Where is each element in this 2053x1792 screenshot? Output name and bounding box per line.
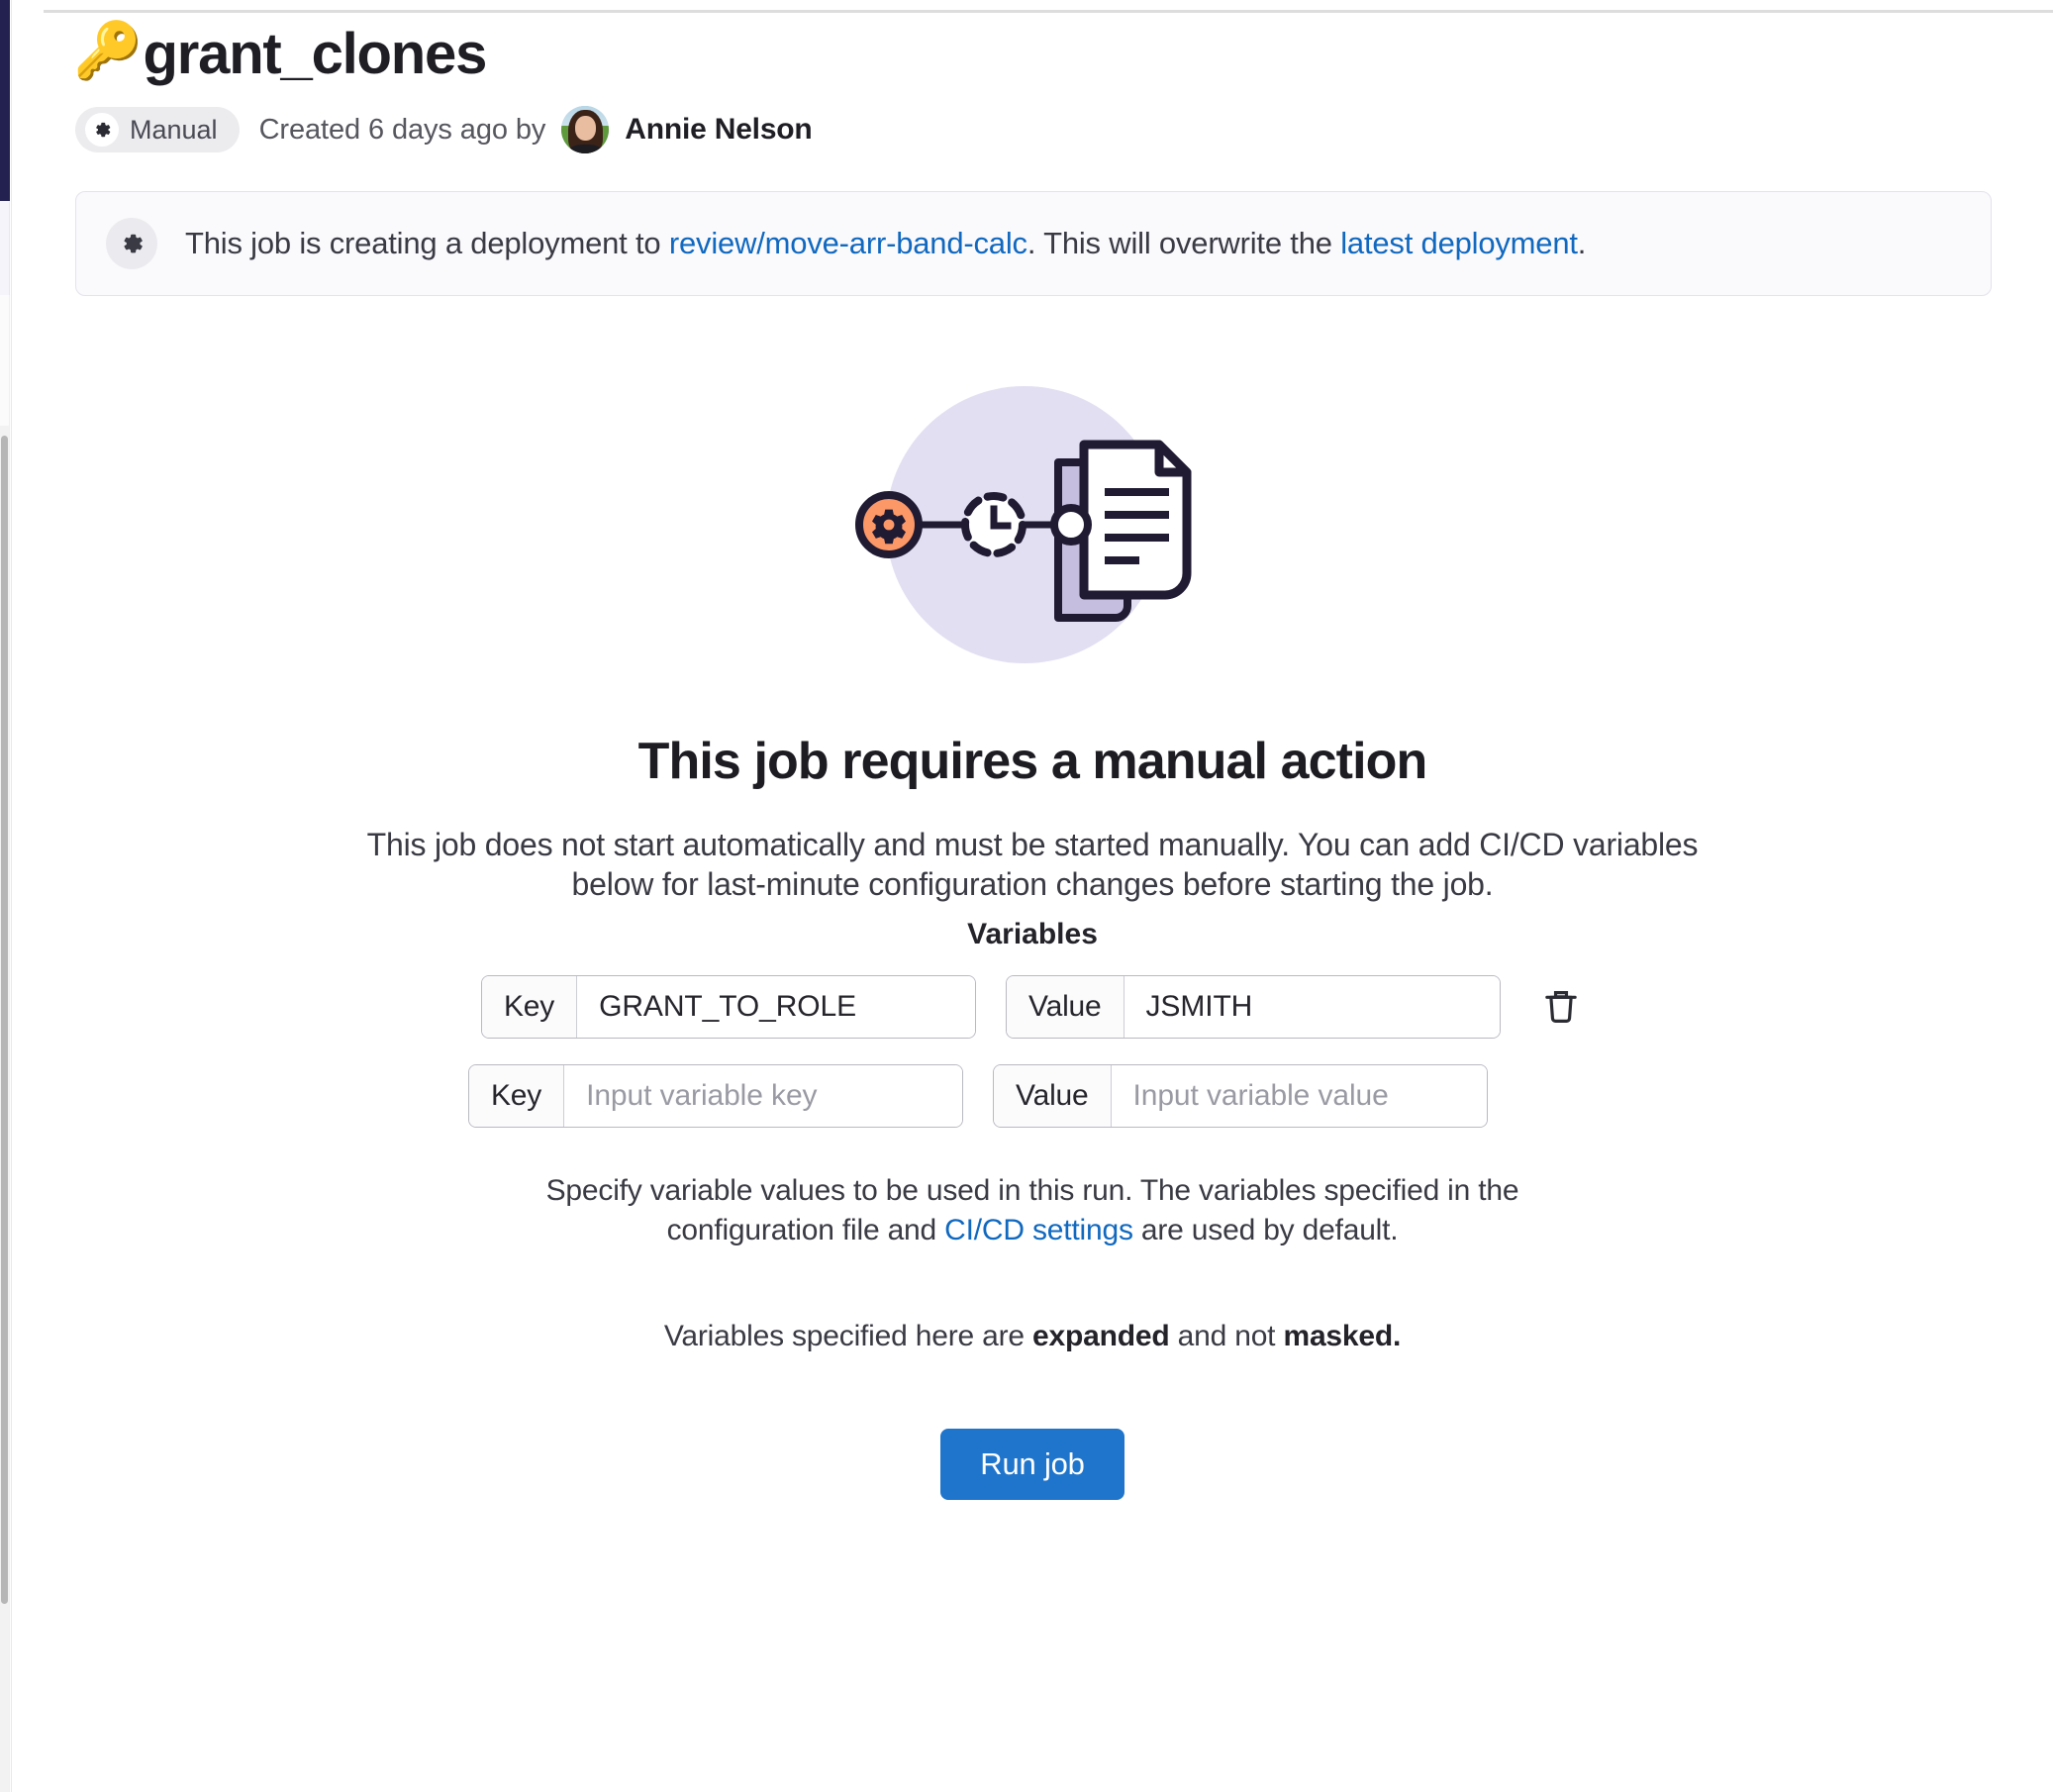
alert-text-before: This job is creating a deployment to bbox=[185, 226, 661, 261]
note-bold-expanded: expanded bbox=[1032, 1319, 1170, 1352]
variable-key-group: Key bbox=[481, 975, 976, 1040]
variable-row: Key Value bbox=[468, 1064, 1597, 1129]
latest-deployment-link[interactable]: latest deployment bbox=[1340, 226, 1578, 260]
variable-key-input[interactable] bbox=[564, 1065, 962, 1128]
delete-variable-button[interactable] bbox=[1538, 982, 1584, 1032]
deployment-alert: This job is creating a deployment to rev… bbox=[75, 191, 1992, 297]
gear-icon bbox=[106, 218, 157, 270]
variables-helper-text: Specify variable values to be used in th… bbox=[483, 1171, 1582, 1249]
page-title: 🔑 grant_clones bbox=[12, 14, 2053, 84]
note-before: Variables specified here are bbox=[663, 1319, 1025, 1352]
run-job-button[interactable]: Run job bbox=[940, 1428, 1124, 1500]
top-border bbox=[44, 10, 2053, 13]
status-badge: Manual bbox=[75, 107, 240, 153]
empty-state-description: This job does not start automatically an… bbox=[366, 827, 1699, 903]
alert-text-middle: . This will overwrite the bbox=[1026, 226, 1332, 261]
trash-icon bbox=[1544, 988, 1578, 1026]
expanded-masked-note: Variables specified here are expanded an… bbox=[663, 1319, 1402, 1353]
sidebar-rail bbox=[0, 0, 10, 201]
job-meta-row: Manual Created 6 days ago by Annie Nelso… bbox=[12, 84, 2053, 154]
job-content: 🔑 grant_clones Manual Created 6 days ago … bbox=[12, 14, 2053, 1500]
environment-link[interactable]: review/move-arr-band-calc bbox=[669, 226, 1027, 260]
variable-row: Key Value bbox=[481, 975, 1584, 1040]
variable-key-group: Key bbox=[468, 1064, 963, 1129]
variable-value-group: Value bbox=[993, 1064, 1488, 1129]
variables-label: Variables bbox=[967, 918, 1098, 951]
manual-job-pipeline-illustration bbox=[855, 386, 1192, 664]
variable-value-input[interactable] bbox=[1124, 976, 1500, 1039]
note-middle: and not bbox=[1177, 1319, 1276, 1352]
variable-value-group: Value bbox=[1006, 975, 1501, 1040]
alert-text-end: . bbox=[1577, 226, 1587, 261]
variable-value-input[interactable] bbox=[1111, 1065, 1487, 1128]
author-name[interactable]: Annie Nelson bbox=[625, 113, 812, 147]
job-detail-page: 🔑 grant_clones Manual Created 6 days ago … bbox=[0, 0, 2053, 1792]
gear-icon bbox=[85, 113, 119, 148]
note-bold-masked: masked. bbox=[1283, 1319, 1402, 1352]
variable-key-input[interactable] bbox=[577, 976, 975, 1039]
deployment-alert-text: This job is creating a deployment to rev… bbox=[185, 226, 1586, 261]
sidebar-rail-lower bbox=[0, 201, 10, 295]
manual-action-empty-state: This job requires a manual action This j… bbox=[12, 353, 2053, 1500]
value-addon-label: Value bbox=[1007, 976, 1124, 1039]
created-text: Created 6 days ago by bbox=[258, 113, 546, 146]
page-title-text: grant_clones bbox=[143, 22, 488, 86]
helper-line1-after: are used by default. bbox=[1140, 1214, 1399, 1247]
empty-state-title: This job requires a manual action bbox=[637, 733, 1428, 791]
status-badge-label: Manual bbox=[130, 114, 218, 145]
value-addon-label: Value bbox=[994, 1065, 1112, 1128]
cicd-settings-link[interactable]: CI/CD settings bbox=[944, 1214, 1133, 1246]
key-icon: 🔑 bbox=[73, 18, 143, 81]
key-addon-label: Key bbox=[469, 1065, 565, 1128]
key-addon-label: Key bbox=[482, 976, 578, 1039]
avatar[interactable] bbox=[561, 106, 610, 154]
page-scrollbar-thumb[interactable] bbox=[1, 436, 8, 1604]
